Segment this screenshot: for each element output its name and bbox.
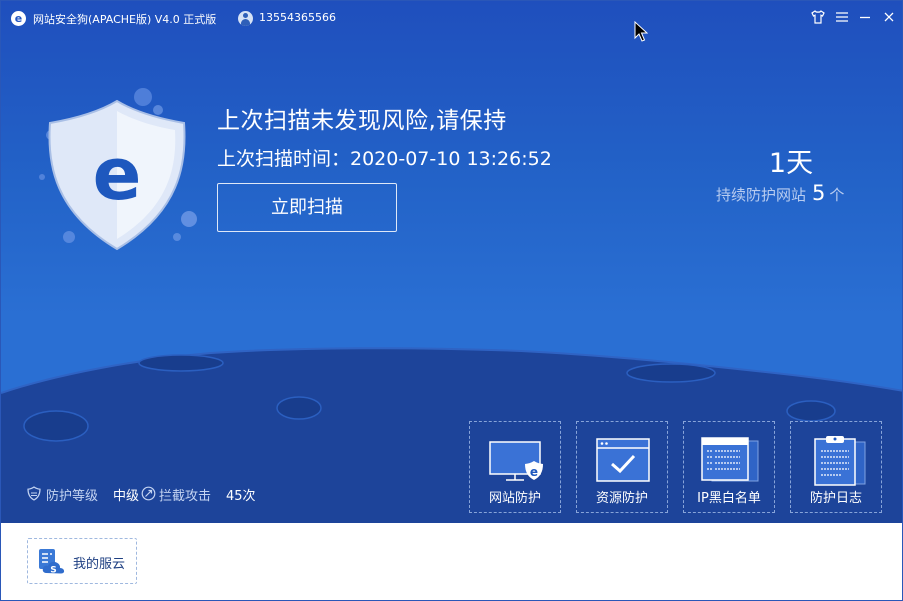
monitor-shield-icon: e	[489, 441, 543, 481]
mouse-cursor-icon	[634, 21, 648, 42]
protection-level-label: 防护等级	[46, 489, 99, 504]
blocked-attacks-label: 拦截攻击	[159, 489, 212, 504]
my-cloud-label: 我的服云	[73, 557, 126, 572]
app-window: e 网站安全狗(APACHE版) V4.0 正式版 13554365566 e …	[0, 0, 903, 601]
svg-text:S: S	[50, 566, 56, 576]
protection-days: 1天	[768, 148, 814, 179]
tile-label: 网站防护	[488, 491, 541, 506]
close-icon[interactable]	[880, 8, 898, 26]
shield-logo-icon: e	[39, 88, 197, 251]
svg-text:e: e	[93, 132, 142, 216]
skin-shirt-icon[interactable]	[809, 8, 827, 26]
user-avatar-icon[interactable]	[238, 11, 253, 26]
protected-sites-unit: 个	[829, 186, 845, 204]
server-cloud-icon: S	[39, 549, 65, 576]
protected-sites-summary: 持续防护网站 5 个	[716, 181, 844, 205]
app-logo-icon: e	[11, 11, 26, 26]
tile-label: 资源防护	[595, 491, 648, 506]
protected-sites-label: 持续防护网站	[716, 186, 807, 204]
scan-now-button[interactable]: 立即扫描	[217, 183, 397, 232]
protection-level-value: 中级	[113, 489, 140, 504]
scan-status-title: 上次扫描未发现风险,请保持	[217, 108, 507, 134]
menu-icon[interactable]	[833, 8, 851, 26]
clipboard-log-icon	[814, 436, 866, 486]
protected-sites-count: 5	[812, 181, 826, 205]
svg-text:e: e	[530, 465, 538, 479]
tile-ip-blacklist[interactable]: IP黑白名单	[683, 421, 775, 513]
minimize-icon[interactable]	[856, 8, 874, 26]
blocked-attacks-value: 45次	[226, 489, 256, 504]
last-scan-time: 上次扫描时间：2020-07-10 13:26:52	[217, 148, 552, 170]
block-attack-icon	[141, 486, 156, 501]
title-bar: e 网站安全狗(APACHE版) V4.0 正式版 13554365566	[1, 1, 902, 35]
tile-protection-log[interactable]: 防护日志	[790, 421, 882, 513]
tile-label: IP黑白名单	[697, 491, 761, 506]
my-cloud-button[interactable]: S 我的服云	[27, 538, 137, 584]
ip-list-icon	[701, 437, 759, 482]
app-title: 网站安全狗(APACHE版) V4.0 正式版	[33, 13, 217, 26]
tile-resource-protection[interactable]: 资源防护	[576, 421, 668, 513]
hero-panel: e 网站安全狗(APACHE版) V4.0 正式版 13554365566 e …	[1, 1, 902, 523]
window-check-icon	[596, 438, 650, 482]
bottom-bar: S 我的服云	[1, 523, 902, 600]
tile-website-protection[interactable]: e 网站防护	[469, 421, 561, 513]
user-account[interactable]: 13554365566	[259, 11, 336, 24]
tile-label: 防护日志	[809, 491, 862, 506]
shield-level-icon	[27, 486, 41, 501]
